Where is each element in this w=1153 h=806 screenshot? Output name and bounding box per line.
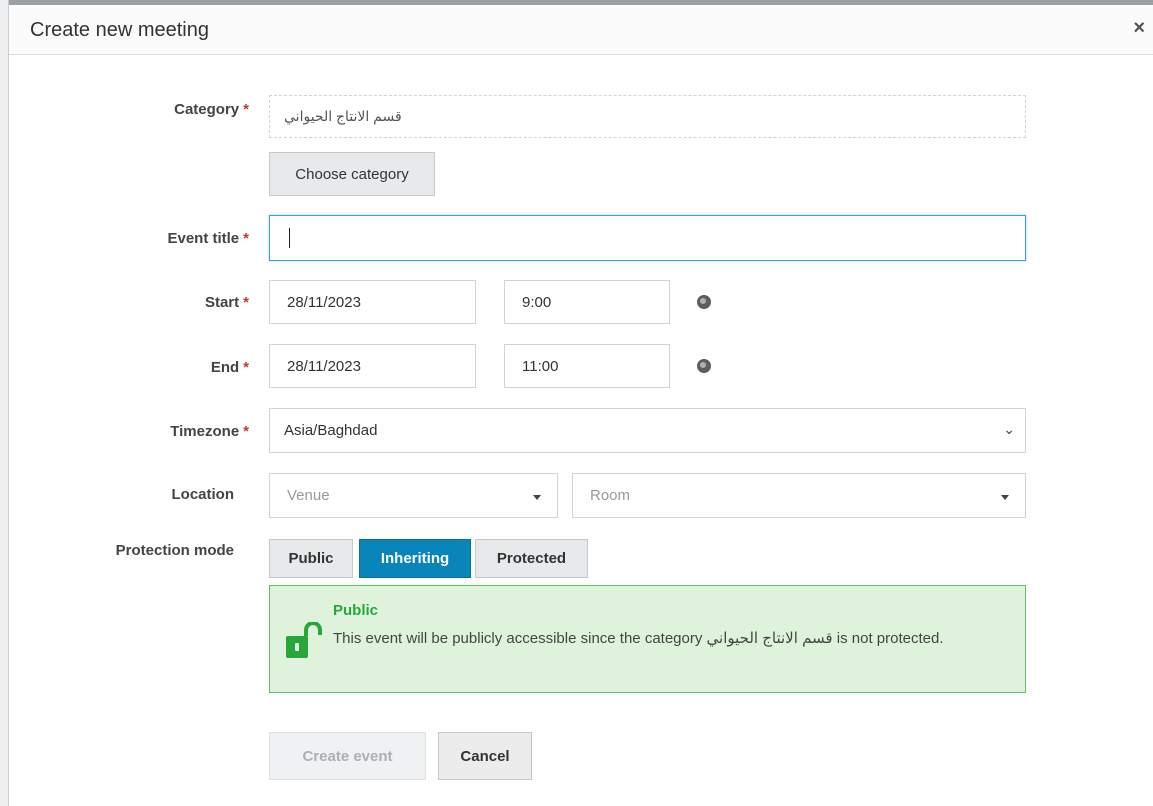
location-label: Location [171, 486, 235, 503]
globe-icon[interactable] [697, 295, 711, 309]
room-select[interactable]: Room [572, 473, 1026, 518]
category-label-text: Category [174, 101, 240, 118]
required-marker: * [243, 294, 249, 311]
required-marker: * [243, 230, 249, 247]
event-title-label-text: Event title [167, 230, 240, 247]
end-label: End * [109, 359, 249, 376]
protection-notice: Public This event will be publicly acces… [269, 585, 1026, 693]
required-marker: * [243, 423, 249, 440]
caret-down-icon [533, 495, 541, 500]
end-time-input[interactable]: 11:00 [504, 344, 670, 388]
venue-placeholder: Venue [287, 487, 330, 504]
protection-public-button[interactable]: Public [269, 539, 353, 578]
create-meeting-dialog: Create new meeting × Category * قسم الانت… [9, 5, 1153, 806]
protection-inheriting-button[interactable]: Inheriting [359, 539, 471, 578]
cancel-button[interactable]: Cancel [438, 732, 532, 780]
notice-text: This event will be publicly accessible s… [333, 630, 944, 647]
protection-protected-button[interactable]: Protected [475, 539, 588, 578]
chevron-down-icon: ⌄ [1003, 421, 1015, 437]
timezone-label: Timezone * [109, 423, 249, 440]
close-icon[interactable]: × [1133, 17, 1145, 40]
start-time-input[interactable]: 9:00 [504, 280, 670, 324]
end-date-input[interactable]: 28/11/2023 [269, 344, 476, 388]
start-label-text: Start [204, 294, 240, 311]
dialog-titlebar: Create new meeting × [9, 5, 1153, 55]
protection-mode-label: Protection mode [115, 542, 234, 559]
globe-icon[interactable] [697, 359, 711, 373]
notice-title: Public [333, 602, 379, 619]
event-title-label: Event title * [109, 230, 249, 247]
caret-down-icon [1001, 495, 1009, 500]
create-event-button[interactable]: Create event [269, 732, 426, 780]
background-page-edge [0, 0, 9, 806]
end-label-text: End [210, 359, 240, 376]
category-label: Category * [109, 101, 249, 118]
timezone-select[interactable]: Asia/Baghdad ⌄ [269, 408, 1026, 453]
venue-select[interactable]: Venue [269, 473, 558, 518]
unlock-icon [286, 622, 322, 658]
start-date-input[interactable]: 28/11/2023 [269, 280, 476, 324]
required-marker: * [243, 359, 249, 376]
choose-category-button[interactable]: Choose category [269, 152, 435, 196]
dialog-title: Create new meeting [30, 19, 209, 41]
required-marker: * [243, 101, 249, 118]
timezone-label-text: Timezone [170, 423, 240, 440]
category-value: قسم الانتاج الحيواني [269, 95, 1026, 138]
room-placeholder: Room [590, 487, 631, 504]
event-title-input[interactable] [269, 215, 1026, 261]
timezone-value: Asia/Baghdad [284, 422, 378, 439]
text-cursor [289, 228, 290, 248]
category-value-text: قسم الانتاج الحيواني [284, 108, 402, 124]
start-label: Start * [109, 294, 249, 311]
